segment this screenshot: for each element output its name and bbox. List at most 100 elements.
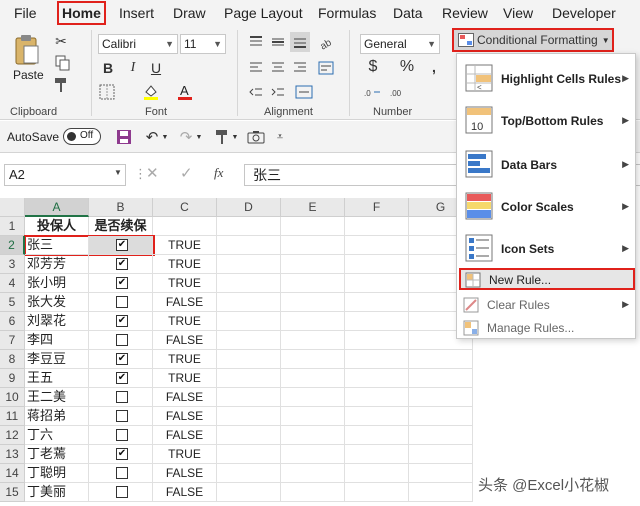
cancel-icon[interactable]: ✕ xyxy=(146,164,159,182)
camera-icon[interactable] xyxy=(246,127,266,147)
cell[interactable] xyxy=(345,369,409,388)
cell[interactable] xyxy=(345,274,409,293)
cell-name[interactable]: 王二美 xyxy=(25,388,89,407)
cell[interactable] xyxy=(345,426,409,445)
cell[interactable] xyxy=(153,217,217,236)
cell[interactable] xyxy=(217,236,281,255)
cell-a1[interactable]: 投保人 xyxy=(25,217,89,236)
cell[interactable] xyxy=(217,217,281,236)
tab-insert[interactable]: Insert xyxy=(119,3,154,23)
paste-button[interactable] xyxy=(12,32,42,68)
cell[interactable] xyxy=(409,426,473,445)
checkbox[interactable]: ✔ xyxy=(116,258,128,270)
cell[interactable] xyxy=(217,312,281,331)
cell-name[interactable]: 邓芳芳 xyxy=(25,255,89,274)
column-header-e[interactable]: E xyxy=(281,198,345,217)
checkbox[interactable] xyxy=(116,486,128,498)
cell[interactable] xyxy=(281,350,345,369)
cell-value[interactable]: TRUE xyxy=(153,274,217,293)
cell[interactable] xyxy=(281,293,345,312)
row-header[interactable]: 12 xyxy=(0,426,25,445)
cell[interactable] xyxy=(217,388,281,407)
row-header[interactable]: 9 xyxy=(0,369,25,388)
checkbox[interactable]: ✔ xyxy=(116,277,128,289)
menu-item-highlight-cells-rules[interactable]: < Highlight Cells Rules ▶ xyxy=(457,58,635,98)
font-size-combo[interactable]: 11 ▼ xyxy=(180,34,226,54)
cell-value[interactable]: TRUE xyxy=(153,445,217,464)
row-header[interactable]: 15 xyxy=(0,483,25,502)
checkbox[interactable] xyxy=(116,467,128,479)
chevron-down-icon[interactable]: ▼ xyxy=(194,127,204,147)
column-header-f[interactable]: F xyxy=(345,198,409,217)
cell[interactable] xyxy=(345,407,409,426)
enter-icon[interactable]: ✓ xyxy=(180,164,193,182)
cell[interactable] xyxy=(345,293,409,312)
row-header[interactable]: 6 xyxy=(0,312,25,331)
cell[interactable] xyxy=(281,312,345,331)
cell-name[interactable]: 丁美丽 xyxy=(25,483,89,502)
name-box[interactable]: A2 xyxy=(4,164,126,186)
cell-value[interactable]: FALSE xyxy=(153,464,217,483)
cell[interactable] xyxy=(409,445,473,464)
tab-home[interactable]: Home xyxy=(57,1,106,25)
cell[interactable] xyxy=(345,312,409,331)
cell-name[interactable]: 王五 xyxy=(25,369,89,388)
cell-name[interactable]: 张三 xyxy=(25,236,89,255)
checkbox[interactable]: ✔ xyxy=(116,372,128,384)
format-painter-icon[interactable] xyxy=(52,76,70,94)
row-header[interactable]: 13 xyxy=(0,445,25,464)
cell-value[interactable]: FALSE xyxy=(153,483,217,502)
insert-function-button[interactable]: fx xyxy=(214,165,223,181)
checkbox[interactable] xyxy=(116,429,128,441)
copy-icon[interactable] xyxy=(52,54,74,72)
menu-item-manage-rules[interactable]: Manage Rules... xyxy=(457,317,635,339)
underline-button[interactable]: U xyxy=(146,58,166,78)
cell-value[interactable]: FALSE xyxy=(153,293,217,312)
increase-decimal-icon[interactable]: .0 xyxy=(362,82,384,102)
cell[interactable] xyxy=(345,255,409,274)
menu-item-clear-rules[interactable]: Clear Rules ▶ xyxy=(457,294,635,316)
cell[interactable] xyxy=(409,483,473,502)
cell[interactable] xyxy=(281,388,345,407)
align-middle-icon[interactable] xyxy=(268,32,288,52)
cell[interactable] xyxy=(281,236,345,255)
tab-file[interactable]: File xyxy=(14,3,37,23)
tab-view[interactable]: View xyxy=(503,3,533,23)
row-header[interactable]: 1 xyxy=(0,217,25,236)
row-header[interactable]: 4 xyxy=(0,274,25,293)
wrap-text-icon[interactable] xyxy=(316,58,336,78)
redo-icon[interactable]: ↷ xyxy=(176,127,196,147)
cell[interactable] xyxy=(345,388,409,407)
font-color-icon[interactable]: A xyxy=(174,82,196,102)
checkbox[interactable]: ✔ xyxy=(116,315,128,327)
menu-item-icon-sets[interactable]: Icon Sets ▶ xyxy=(457,228,635,268)
cell-name[interactable]: 李四 xyxy=(25,331,89,350)
checkbox[interactable] xyxy=(116,410,128,422)
cell[interactable] xyxy=(409,464,473,483)
checkbox[interactable]: ✔ xyxy=(116,448,128,460)
customize-toolbar-icon[interactable]: ⩡ xyxy=(272,127,288,147)
checkbox[interactable] xyxy=(116,391,128,403)
cell[interactable] xyxy=(345,236,409,255)
align-center-icon[interactable] xyxy=(268,58,288,78)
row-header[interactable]: 2 xyxy=(0,236,25,255)
cell[interactable] xyxy=(217,483,281,502)
row-header[interactable]: 5 xyxy=(0,293,25,312)
conditional-formatting-button[interactable]: Conditional Formatting ▼ xyxy=(452,28,614,52)
merge-center-icon[interactable] xyxy=(292,82,316,102)
column-header-c[interactable]: C xyxy=(153,198,217,217)
tab-formulas[interactable]: Formulas xyxy=(318,3,376,23)
cell[interactable] xyxy=(217,331,281,350)
tab-draw[interactable]: Draw xyxy=(173,3,206,23)
tab-data[interactable]: Data xyxy=(393,3,423,23)
cell-name[interactable]: 蒋招弟 xyxy=(25,407,89,426)
cell[interactable] xyxy=(217,255,281,274)
borders-icon[interactable] xyxy=(96,82,118,102)
menu-item-top-bottom-rules[interactable]: 10 Top/Bottom Rules ▶ xyxy=(457,100,635,140)
cell-name[interactable]: 李豆豆 xyxy=(25,350,89,369)
cell-value[interactable]: FALSE xyxy=(153,388,217,407)
menu-item-new-rule[interactable]: New Rule... xyxy=(459,268,635,290)
save-icon[interactable] xyxy=(114,127,134,147)
cell[interactable] xyxy=(281,426,345,445)
cell[interactable] xyxy=(217,350,281,369)
